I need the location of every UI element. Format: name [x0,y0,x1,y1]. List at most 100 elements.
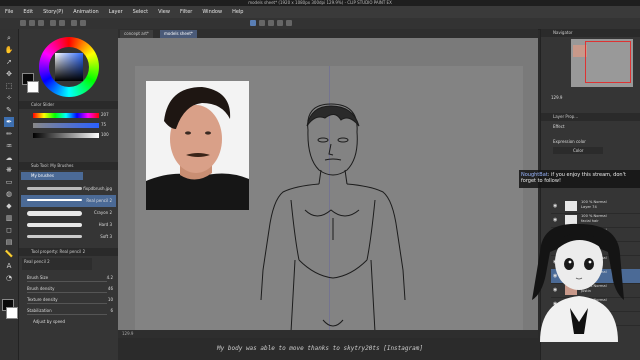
brush-tool-icon[interactable]: ♒ [4,141,14,151]
navigator-title: Navigator [553,30,573,35]
balloon-tool-icon[interactable]: ◔ [4,273,14,283]
menu-animation[interactable]: Animation [68,6,104,18]
reference-photo[interactable] [146,81,249,210]
brush-name: Hard 3 [98,222,112,227]
property-texture-density[interactable]: Texture density 10 [23,296,115,304]
menu-edit[interactable]: Edit [18,6,38,18]
property-slider[interactable] [27,292,107,293]
operation-tool-icon[interactable]: ➚ [4,57,14,67]
property-slider[interactable] [27,314,107,315]
saturation-value-square[interactable] [55,53,83,81]
blend-tool-icon[interactable]: ◍ [4,189,14,199]
new-file-icon[interactable] [20,20,26,26]
navigator-zoom[interactable]: 129.9 [551,95,562,100]
menu-layer[interactable]: Layer [104,6,128,18]
decoration-tool-icon[interactable]: ❋ [4,165,14,175]
saturation-slider[interactable] [33,123,99,128]
brush-stroke-preview [27,211,82,216]
property-stabilization[interactable]: Stabilization 6 [23,307,115,315]
hand-tool-icon[interactable]: ✋ [4,45,14,55]
menu-select[interactable]: Select [128,6,153,18]
eye-icon[interactable]: ◉ [553,203,557,209]
hue-value: 207 [101,112,109,117]
brush-item-selected[interactable]: Real pencil 2 [21,195,116,207]
property-brush-density[interactable]: Brush density 46 [23,285,115,293]
layer-property-header[interactable]: Layer Prop... [541,113,640,121]
property-value: 4.2 [106,275,113,280]
ruler-icon[interactable] [259,20,265,26]
selection-tool-icon[interactable]: ⬚ [4,81,14,91]
menu-window[interactable]: Window [197,6,227,18]
eraser-tool-icon[interactable]: ▭ [4,177,14,187]
sub-tool-header[interactable]: Sub Tool: My Brushes [19,162,118,170]
layer-row[interactable]: ◉ 100 % Normal Layer 74 [551,199,640,214]
grid-icon[interactable] [268,20,274,26]
menu-help[interactable]: Help [227,6,248,18]
brush-item[interactable]: Hard 3 [21,219,116,231]
tool-strip: ⌕ ✋ ➚ ✥ ⬚ ✧ ✎ ✒ ✏ ♒ ☁ ❋ ▭ ◍ ◆ ▥ ◻ ▤ 📏 A … [0,29,19,360]
brush-name: fixpdbrush.jpg [83,186,112,191]
airbrush-tool-icon[interactable]: ☁ [4,153,14,163]
brush-group-tab[interactable]: My brushes [21,172,83,180]
gradient-tool-icon[interactable]: ▥ [4,213,14,223]
frame-tool-icon[interactable]: ▤ [4,237,14,247]
brush-stroke-preview [27,223,82,227]
expression-color-select[interactable]: Color [553,147,603,154]
open-file-icon[interactable] [29,20,35,26]
status-bar: 129.9 [118,330,538,338]
property-brush-size[interactable]: Brush Size 4.2 [23,274,115,282]
property-slider[interactable] [27,303,107,304]
sub-color-swatch[interactable] [6,307,18,319]
brush-item[interactable]: Crayon 2 [21,207,116,219]
brightness-slider[interactable] [33,133,99,138]
auto-select-icon[interactable]: ✧ [4,93,14,103]
tab-concept-art[interactable]: concept art* [120,30,153,38]
undo-icon[interactable] [50,20,56,26]
zoom-tool-icon[interactable]: ⌕ [4,33,14,43]
pencil-tool-icon[interactable]: ✏ [4,129,14,139]
subtitle-text: My body was able to move thanks to skytr… [217,345,423,352]
zoom-readout[interactable]: 129.9 [122,331,133,336]
property-adjust-speed[interactable]: Adjust by speed [23,318,115,326]
brush-stroke-preview [27,199,82,201]
brush-item[interactable]: fixpdbrush.jpg [21,183,116,195]
fill-tool-icon[interactable]: ◆ [4,201,14,211]
tab-models-sheet[interactable]: models sheet* [160,30,197,38]
navigator-preview[interactable] [571,39,633,87]
symmetry-icon[interactable] [286,20,292,26]
redo-icon[interactable] [59,20,65,26]
snap-icon[interactable] [250,20,256,26]
layer-property-title: Layer Prop... [553,114,579,119]
property-label: Stabilization [27,308,52,313]
tool-property-header[interactable]: Tool property: Real pencil 2 [19,248,118,256]
text-tool-icon[interactable]: A [4,261,14,271]
menu-filter[interactable]: Filter [175,6,197,18]
sub-tool-title: Sub Tool: My Brushes [31,163,74,168]
property-value: 10 [107,297,113,302]
menu-file[interactable]: File [0,6,18,18]
property-label: Texture density [27,297,58,302]
panel-sub-color[interactable] [27,81,39,93]
character-sketch [260,103,406,332]
save-icon[interactable] [38,20,44,26]
navigator-viewport[interactable] [585,41,631,83]
color-slider-header[interactable]: Color Slider [19,101,118,109]
menu-story[interactable]: Story(P) [38,6,68,18]
move-layer-icon[interactable]: ✥ [4,69,14,79]
menu-view[interactable]: View [153,6,175,18]
brush-group-label: My brushes [31,173,54,178]
ruler-tool-icon[interactable]: 📏 [4,249,14,259]
layer-thumbnail [565,201,577,211]
tab-label: models sheet* [164,31,193,36]
eyedropper-icon[interactable]: ✎ [4,105,14,115]
hue-slider[interactable] [33,113,99,118]
transform-icon[interactable] [80,20,86,26]
property-slider[interactable] [27,281,107,282]
figure-tool-icon[interactable]: ◻ [4,225,14,235]
pen-tool-icon[interactable]: ✒ [4,117,14,127]
clear-icon[interactable] [71,20,77,26]
perspective-icon[interactable] [277,20,283,26]
brush-item[interactable]: Soft 3 [21,231,116,243]
brush-stroke-preview [27,187,82,190]
navigator-header[interactable]: Navigator [541,29,640,37]
